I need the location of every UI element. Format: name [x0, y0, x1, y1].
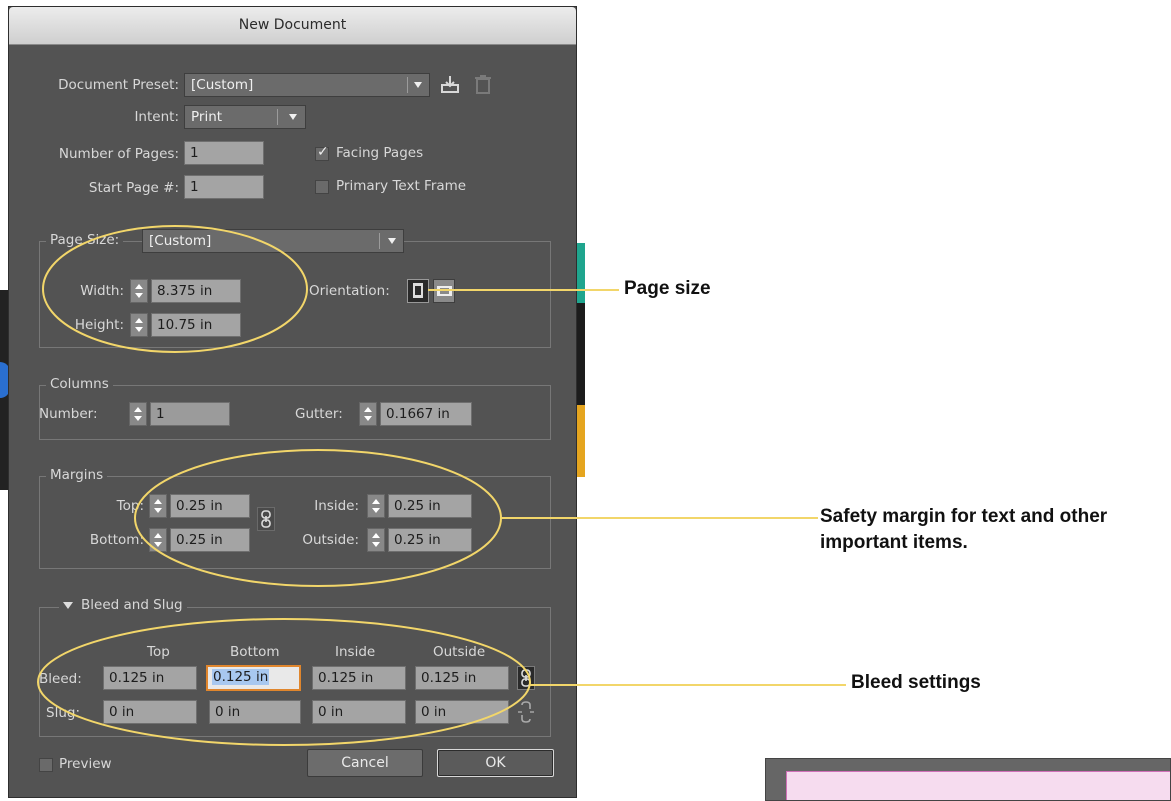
- document-preview-thumbnail: [765, 758, 1171, 801]
- page-bleed-area: [786, 771, 1170, 800]
- margins-highlight-ellipse: [134, 449, 502, 587]
- page-size-callout: Page size: [624, 278, 711, 299]
- bleed-callout: Bleed settings: [851, 672, 981, 693]
- annotation-overlay: [37, 225, 846, 746]
- bleed-highlight-ellipse: [37, 618, 531, 746]
- margins-callout: Safety margin for text and other importa…: [820, 506, 1108, 553]
- page-size-highlight-ellipse: [42, 225, 308, 353]
